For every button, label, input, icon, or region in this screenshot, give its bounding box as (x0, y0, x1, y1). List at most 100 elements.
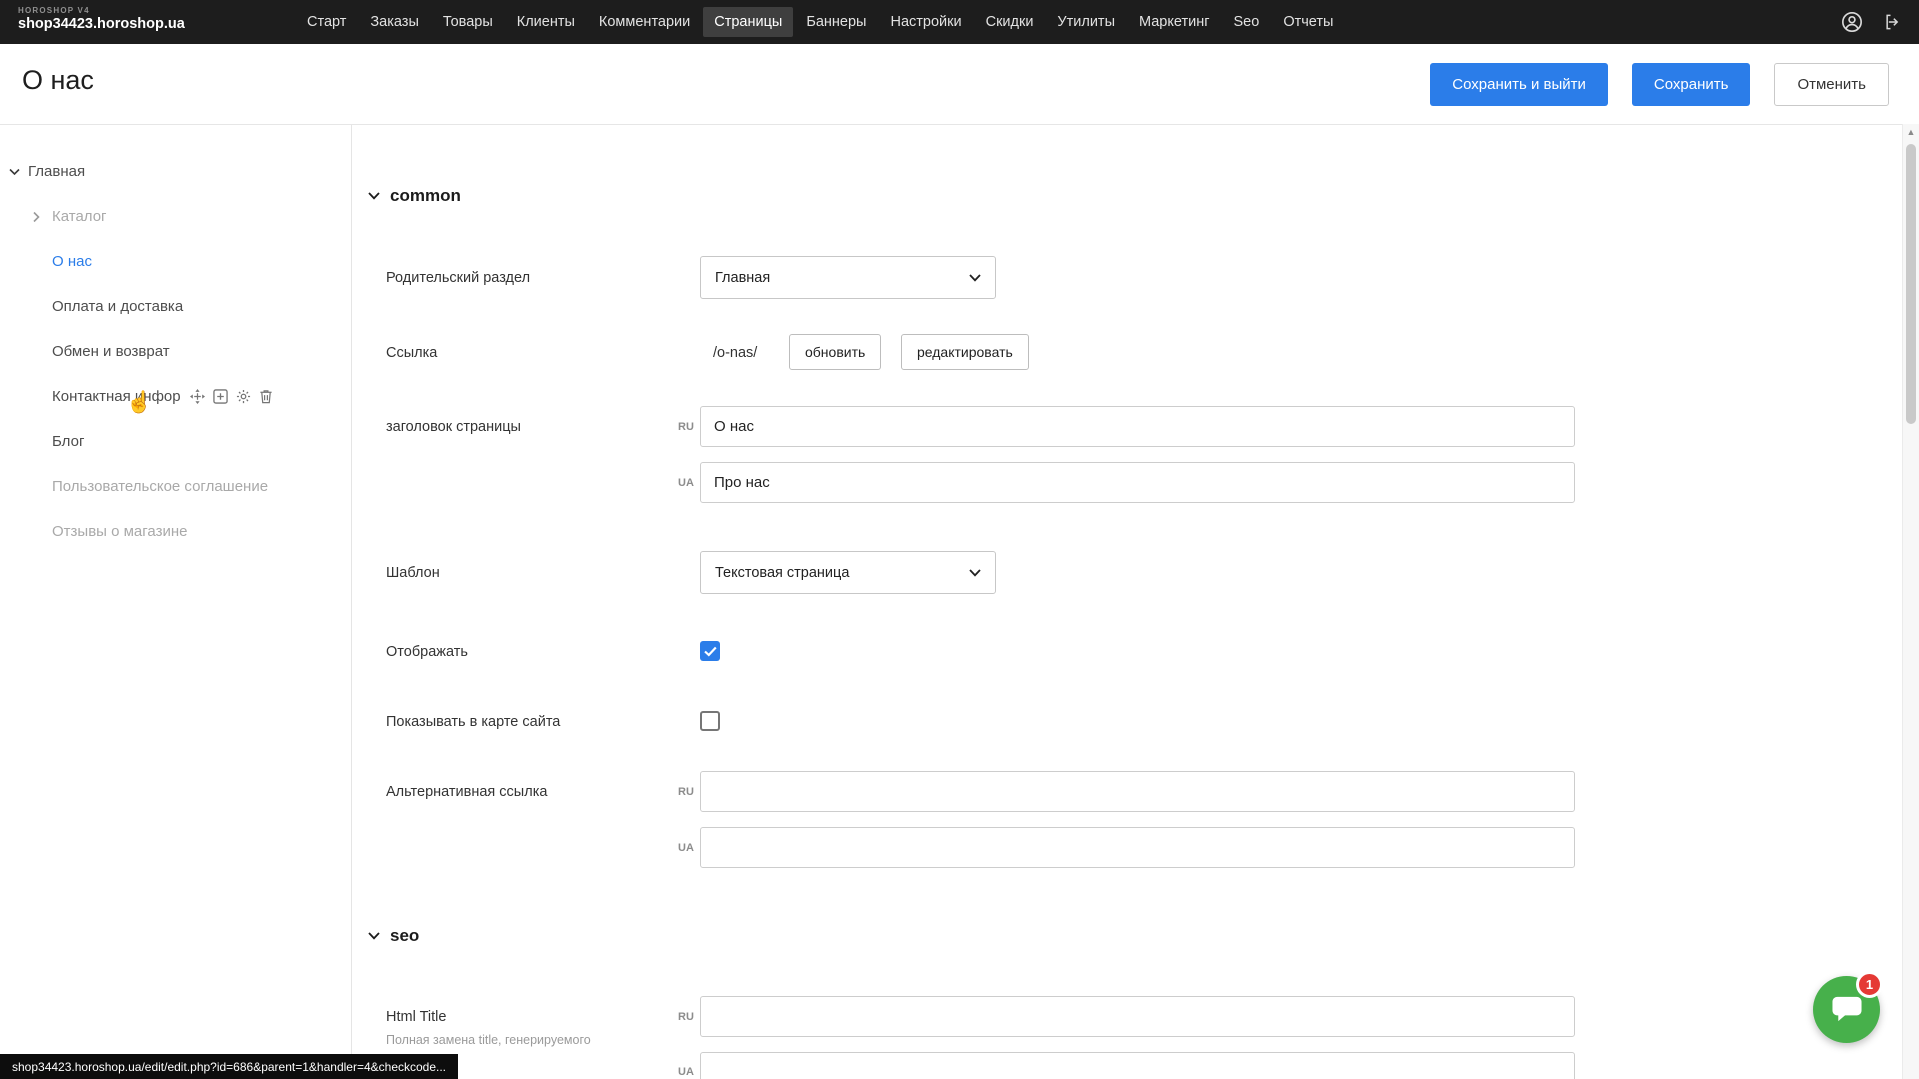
select-caret-icon (969, 569, 981, 577)
select-caret-icon (969, 274, 981, 282)
save-button[interactable]: Сохранить (1632, 63, 1751, 106)
template-label: Шаблон (386, 565, 440, 581)
link-edit-button[interactable]: редактировать (901, 334, 1029, 370)
top-navigation: Старт Заказы Товары Клиенты Комментарии … (296, 0, 1344, 44)
link-path-value: /o-nas/ (713, 345, 757, 361)
nav-item-comments[interactable]: Комментарии (588, 7, 701, 37)
nav-item-clients[interactable]: Клиенты (506, 7, 586, 37)
scroll-up-arrow-icon[interactable]: ▲ (1903, 127, 1919, 137)
page-title-label: заголовок страницы (386, 419, 521, 435)
tree-item-about-us[interactable]: О нас (0, 239, 350, 284)
section-common-title: common (390, 186, 461, 206)
logo-domain-label: shop34423.horoshop.ua (18, 16, 185, 32)
page-title: О нас (22, 65, 94, 96)
topbar-right (1841, 0, 1903, 44)
logo-version-label: HOROSHOP V4 (18, 6, 185, 15)
section-common-header[interactable]: common (368, 186, 461, 206)
topbar: HOROSHOP V4 shop34423.horoshop.ua Старт … (0, 0, 1919, 44)
logo: HOROSHOP V4 shop34423.horoshop.ua (18, 6, 185, 32)
pages-tree: Главная Каталог О нас Оплата и доставка … (0, 149, 350, 554)
template-select[interactable]: Текстовая страница (700, 551, 996, 594)
display-checkbox[interactable] (700, 641, 720, 661)
page-title-ru-input[interactable] (700, 406, 1575, 447)
scrollbar-thumb[interactable] (1906, 144, 1916, 424)
html-title-ua-input[interactable] (700, 1052, 1575, 1079)
nav-item-marketing[interactable]: Маркетинг (1128, 7, 1221, 37)
tree-item-label: Контактная инфор (0, 388, 181, 405)
cancel-button[interactable]: Отменить (1774, 63, 1889, 106)
nav-item-start[interactable]: Старт (296, 7, 357, 37)
chevron-down-icon[interactable] (9, 168, 20, 175)
parent-section-value: Главная (715, 270, 770, 286)
parent-section-label: Родительский раздел (386, 270, 530, 286)
pages-sidebar: Главная Каталог О нас Оплата и доставка … (0, 125, 352, 1079)
settings-gear-icon[interactable] (236, 389, 251, 404)
sitemap-checkbox[interactable] (700, 711, 720, 731)
nav-item-discounts[interactable]: Скидки (975, 7, 1045, 37)
tree-item-label: Блог (0, 433, 84, 450)
nav-item-seo[interactable]: Seo (1223, 7, 1271, 37)
header-buttons: Сохранить и выйти Сохранить Отменить (1430, 63, 1889, 106)
status-url-bar: shop34423.horoshop.ua/edit/edit.php?id=6… (0, 1054, 458, 1079)
tree-item-label: Каталог (0, 208, 107, 225)
tree-item-home[interactable]: Главная (0, 149, 350, 194)
template-value: Текстовая страница (715, 565, 849, 581)
nav-item-utilities[interactable]: Утилиты (1046, 7, 1126, 37)
lang-tag-ru: RU (678, 786, 694, 798)
lang-tag-ru: RU (678, 1011, 694, 1023)
section-seo-header[interactable]: seo (368, 926, 419, 946)
tree-item-catalog[interactable]: Каталог (0, 194, 350, 239)
tree-item-label: О нас (0, 253, 92, 270)
html-title-ru-input[interactable] (700, 996, 1575, 1037)
html-title-label: Html Title (386, 1009, 446, 1025)
nav-item-orders[interactable]: Заказы (359, 7, 429, 37)
tree-item-contact-info[interactable]: Контактная инфор ☝ (0, 374, 350, 419)
logout-icon[interactable] (1883, 12, 1903, 32)
alt-link-label: Альтернативная ссылка (386, 784, 547, 800)
chevron-down-icon (368, 192, 380, 200)
tree-item-store-reviews[interactable]: Отзывы о магазине (0, 509, 350, 554)
check-icon (704, 646, 717, 657)
page-header: О нас Сохранить и выйти Сохранить Отмени… (0, 44, 1919, 125)
tree-item-actions (190, 389, 273, 404)
nav-item-settings[interactable]: Настройки (879, 7, 972, 37)
lang-tag-ru: RU (678, 421, 694, 433)
nav-item-pages[interactable]: Страницы (703, 7, 793, 37)
html-title-hint: Полная замена title, генерируемого (386, 1033, 591, 1047)
section-seo-title: seo (390, 926, 419, 946)
tree-item-user-agreement[interactable]: Пользовательское соглашение (0, 464, 350, 509)
tree-item-payment-delivery[interactable]: Оплата и доставка (0, 284, 350, 329)
alt-link-ua-input[interactable] (700, 827, 1575, 868)
app-window: HOROSHOP V4 shop34423.horoshop.ua Старт … (0, 0, 1919, 1079)
display-label: Отображать (386, 644, 468, 660)
link-refresh-button[interactable]: обновить (789, 334, 881, 370)
chat-unread-badge: 1 (1856, 971, 1883, 998)
lang-tag-ua: UA (678, 477, 694, 489)
chat-bubble-icon (1830, 994, 1864, 1025)
chevron-right-icon[interactable] (33, 211, 40, 222)
lang-tag-ua: UA (678, 842, 694, 854)
add-page-icon[interactable] (213, 389, 228, 404)
page-title-ua-input[interactable] (700, 462, 1575, 503)
status-url-text: shop34423.horoshop.ua/edit/edit.php?id=6… (12, 1060, 446, 1074)
vertical-scrollbar[interactable]: ▲ (1902, 124, 1919, 1079)
account-icon[interactable] (1841, 11, 1863, 33)
link-label: Ссылка (386, 345, 437, 361)
nav-item-banners[interactable]: Баннеры (795, 7, 877, 37)
drag-move-icon[interactable] (190, 389, 205, 404)
delete-trash-icon[interactable] (259, 389, 273, 404)
alt-link-ru-input[interactable] (700, 771, 1575, 812)
nav-item-products[interactable]: Товары (432, 7, 504, 37)
tree-item-exchange-return[interactable]: Обмен и возврат (0, 329, 350, 374)
parent-section-select[interactable]: Главная (700, 256, 996, 299)
chevron-down-icon (368, 932, 380, 940)
tree-item-blog[interactable]: Блог (0, 419, 350, 464)
chat-launcher-button[interactable]: 1 (1813, 976, 1880, 1043)
save-and-exit-button[interactable]: Сохранить и выйти (1430, 63, 1608, 106)
sitemap-label: Показывать в карте сайта (386, 714, 560, 730)
nav-item-reports[interactable]: Отчеты (1272, 7, 1344, 37)
tree-item-label: Отзывы о магазине (0, 523, 187, 540)
tree-item-label: Пользовательское соглашение (0, 478, 268, 495)
tree-item-label: Оплата и доставка (0, 298, 183, 315)
lang-tag-ua: UA (678, 1066, 694, 1078)
